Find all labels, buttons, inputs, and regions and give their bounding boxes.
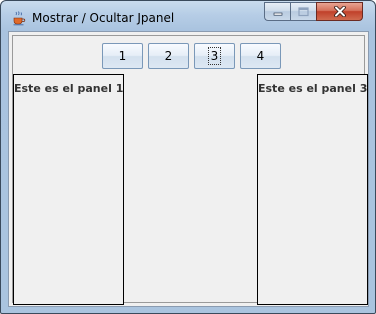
minimize-button[interactable]: [264, 2, 290, 21]
minimize-icon: [273, 12, 282, 16]
close-icon: [333, 6, 346, 17]
panel-1-label: Este es el panel 1: [14, 82, 124, 95]
java-coffee-cup-icon: [13, 11, 26, 26]
panel-3: Este es el panel 3: [257, 74, 368, 305]
button-label: 4: [256, 49, 265, 63]
window-client-area: 1 2 3 4 Este es el panel 1 Este es el pa…: [8, 31, 369, 307]
maximize-icon: [298, 6, 309, 16]
window-title: Mostrar / Ocultar Jpanel: [32, 11, 175, 25]
show-panel-2-button[interactable]: 2: [148, 43, 189, 69]
show-panel-1-button[interactable]: 1: [102, 43, 143, 69]
show-panel-3-button[interactable]: 3: [194, 43, 235, 69]
application-window: Mostrar / Ocultar Jpanel 1 2 3 4 Este es…: [0, 0, 376, 314]
panel-1: Este es el panel 1: [13, 74, 124, 305]
close-button[interactable]: [316, 2, 363, 21]
title-bar[interactable]: Mostrar / Ocultar Jpanel: [1, 1, 375, 31]
button-label: 1: [118, 49, 127, 63]
content-panel: 1 2 3 4 Este es el panel 1 Este es el pa…: [12, 35, 368, 305]
button-label: 2: [164, 49, 173, 63]
window-controls: [264, 2, 363, 22]
maximize-button[interactable]: [290, 2, 316, 21]
button-label: 3: [207, 47, 222, 65]
show-panel-4-button[interactable]: 4: [240, 43, 281, 69]
panel-3-label: Este es el panel 3: [258, 82, 368, 95]
